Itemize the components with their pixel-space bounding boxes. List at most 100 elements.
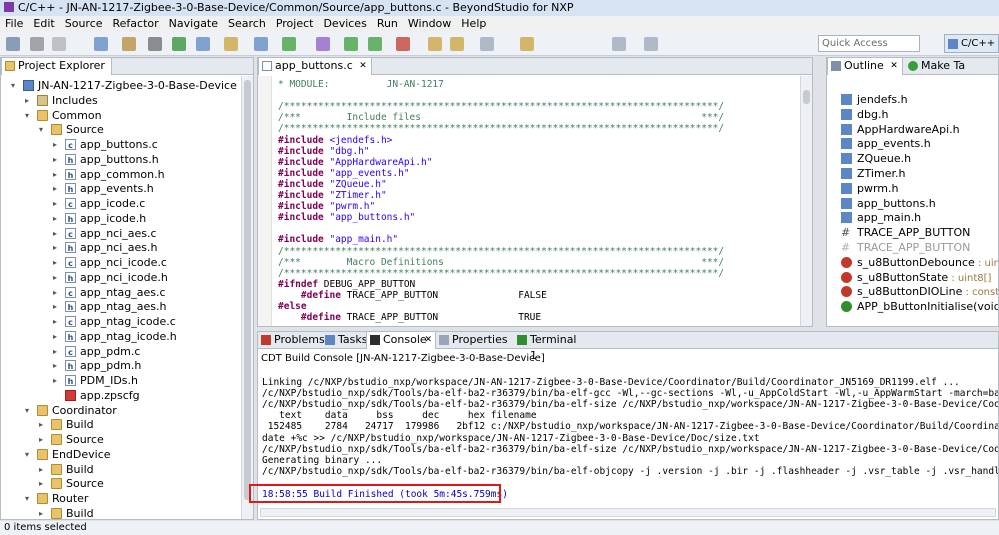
menu-file[interactable]: File <box>0 16 28 32</box>
tree-expand-arrow-icon[interactable]: ▸ <box>53 270 61 285</box>
tree-expand-arrow-icon[interactable]: ▸ <box>53 285 61 300</box>
tree-expand-arrow-icon[interactable]: ▸ <box>53 373 61 388</box>
menu-navigate[interactable]: Navigate <box>164 16 223 32</box>
toolbar-button-15-icon[interactable] <box>396 37 410 51</box>
toolbar-button-20-icon[interactable] <box>612 37 626 51</box>
code-token: TRACE_APP_BUTTON TRUE <box>346 312 542 324</box>
perspective-c-cpp-button[interactable]: C/C++ <box>944 34 999 53</box>
toolbar-button-19-icon[interactable] <box>520 37 534 51</box>
tree-expand-arrow-icon[interactable]: ▸ <box>53 240 61 255</box>
menu-window[interactable]: Window <box>403 16 456 32</box>
outline-item[interactable]: s_u8ButtonDIOLine : const uint <box>841 284 998 299</box>
outline-item[interactable]: app_events.h <box>841 136 931 151</box>
outline-item[interactable]: s_u8ButtonState : uint8[] <box>841 270 991 285</box>
tab-terminal-1[interactable]: Terminal 1 <box>514 332 586 362</box>
tree-expand-arrow-icon[interactable]: ▸ <box>39 462 47 477</box>
tab-tasks[interactable]: Tasks <box>322 332 367 349</box>
outline-item[interactable]: # TRACE_APP_BUTTON <box>841 240 970 255</box>
tree-expand-arrow-icon[interactable]: ▸ <box>25 93 33 108</box>
tree-expand-arrow-icon[interactable]: ▸ <box>53 344 61 359</box>
tree-expand-arrow-icon[interactable]: ▸ <box>53 167 61 182</box>
close-icon[interactable]: ✕ <box>424 332 432 348</box>
editor-scroll-thumb[interactable] <box>803 90 810 104</box>
menu-help[interactable]: Help <box>456 16 491 32</box>
toolbar-button-17-icon[interactable] <box>450 37 464 51</box>
toolbar-button-13-icon[interactable] <box>344 37 358 51</box>
menu-source[interactable]: Source <box>60 16 108 32</box>
tree-expand-arrow-icon[interactable]: ▸ <box>53 358 61 373</box>
tab-app-buttons-c[interactable]: app_buttons.c ✕ <box>258 58 372 75</box>
outline-item[interactable]: ZQueue.h <box>841 151 911 166</box>
editor-scrollbar[interactable] <box>800 76 812 326</box>
tree-expand-arrow-icon[interactable]: ▸ <box>53 255 61 270</box>
code-area[interactable]: * MODULE: JN-AN-1217 /*******************… <box>258 77 798 326</box>
tree-expand-arrow-icon[interactable]: ▸ <box>53 181 61 196</box>
menu-run[interactable]: Run <box>372 16 403 32</box>
outline-item[interactable]: AppHardwareApi.h <box>841 122 960 137</box>
toolbar-button-5-icon[interactable] <box>122 37 136 51</box>
toolbar-button-10-icon[interactable] <box>254 37 268 51</box>
tab-console[interactable]: Console ✕ <box>366 332 436 349</box>
toolbar-button-3-icon[interactable] <box>52 37 66 51</box>
toolbar-button-2-icon[interactable] <box>30 37 44 51</box>
outline-item[interactable]: APP_bButtonInitialise(void) : bo <box>841 299 998 314</box>
toolbar-button-7-icon[interactable] <box>172 37 186 51</box>
project-explorer-scrollbar[interactable] <box>241 76 253 519</box>
toolbar-button-16-icon[interactable] <box>428 37 442 51</box>
toolbar-button-4-icon[interactable] <box>94 37 108 51</box>
tree-expand-arrow-icon[interactable]: ▾ <box>25 403 33 418</box>
outline-item[interactable]: s_u8ButtonDebounce : uint8[ <box>841 255 998 270</box>
console-hscrollbar[interactable] <box>260 508 996 517</box>
tab-outline[interactable]: Outline ✕ <box>827 58 903 75</box>
tree-expand-arrow-icon[interactable]: ▸ <box>39 476 47 491</box>
tree-expand-arrow-icon[interactable]: ▸ <box>53 329 61 344</box>
toolbar-button-21-icon[interactable] <box>644 37 658 51</box>
menu-edit[interactable]: Edit <box>28 16 59 32</box>
tree-expand-arrow-icon[interactable]: ▾ <box>11 78 19 93</box>
tab-properties[interactable]: Properties <box>436 332 514 349</box>
menu-refactor[interactable]: Refactor <box>108 16 164 32</box>
menu-search[interactable]: Search <box>223 16 271 32</box>
toolbar-button-1-icon[interactable] <box>6 37 20 51</box>
toolbar-button-14-icon[interactable] <box>368 37 382 51</box>
menu-devices[interactable]: Devices <box>318 16 371 32</box>
c-file-icon: c <box>65 316 76 327</box>
tree-expand-arrow-icon[interactable]: ▸ <box>53 152 61 167</box>
tree-expand-arrow-icon[interactable]: ▾ <box>25 447 33 462</box>
tree-expand-arrow-icon[interactable]: ▸ <box>53 226 61 241</box>
outline-item[interactable]: dbg.h <box>841 107 888 122</box>
menu-project[interactable]: Project <box>271 16 319 32</box>
tree-expand-arrow-icon[interactable]: ▸ <box>39 417 47 432</box>
outline-item[interactable]: app_main.h <box>841 210 921 225</box>
outline-item[interactable]: pwrm.h <box>841 181 899 196</box>
h-file-icon-glyph: h <box>67 170 74 180</box>
tab-problems[interactable]: Problems <box>258 332 325 349</box>
tree-expand-arrow-icon[interactable]: ▸ <box>39 432 47 447</box>
outline-item[interactable]: jendefs.h <box>841 92 908 107</box>
tree-expand-arrow-icon[interactable]: ▾ <box>25 491 33 506</box>
tree-expand-arrow-icon[interactable]: ▸ <box>53 137 61 152</box>
toolbar-button-6-icon[interactable] <box>148 37 162 51</box>
tree-expand-arrow-icon[interactable]: ▸ <box>53 314 61 329</box>
tab-project-explorer[interactable]: Project Explorer <box>1 58 112 75</box>
toolbar-button-12-icon[interactable] <box>316 37 330 51</box>
outline-item-label: s_u8ButtonDebounce <box>857 255 975 269</box>
quick-access-input[interactable]: Quick Access <box>818 35 920 52</box>
tree-expand-arrow-icon[interactable]: ▸ <box>53 196 61 211</box>
tree-expand-arrow-icon[interactable]: ▸ <box>53 211 61 226</box>
toolbar-button-9-icon[interactable] <box>224 37 238 51</box>
toolbar-button-18-icon[interactable] <box>480 37 494 51</box>
close-icon[interactable]: ✕ <box>890 58 898 74</box>
toolbar-button-8-icon[interactable] <box>196 37 210 51</box>
outline-item[interactable]: ZTimer.h <box>841 166 905 181</box>
outline-item[interactable]: app_buttons.h <box>841 196 936 211</box>
tree-expand-arrow-icon[interactable]: ▸ <box>53 299 61 314</box>
close-icon[interactable]: ✕ <box>359 58 367 74</box>
outline-item[interactable]: # TRACE_APP_BUTTON <box>841 225 970 240</box>
tree-expand-arrow-icon[interactable]: ▾ <box>25 108 33 123</box>
tree-expand-arrow-icon[interactable]: ▸ <box>39 506 47 519</box>
tab-make-target[interactable]: Make Ta <box>905 58 971 75</box>
project-explorer-scroll-thumb[interactable] <box>244 80 251 500</box>
toolbar-button-11-icon[interactable] <box>282 37 296 51</box>
tree-expand-arrow-icon[interactable]: ▾ <box>39 122 47 137</box>
